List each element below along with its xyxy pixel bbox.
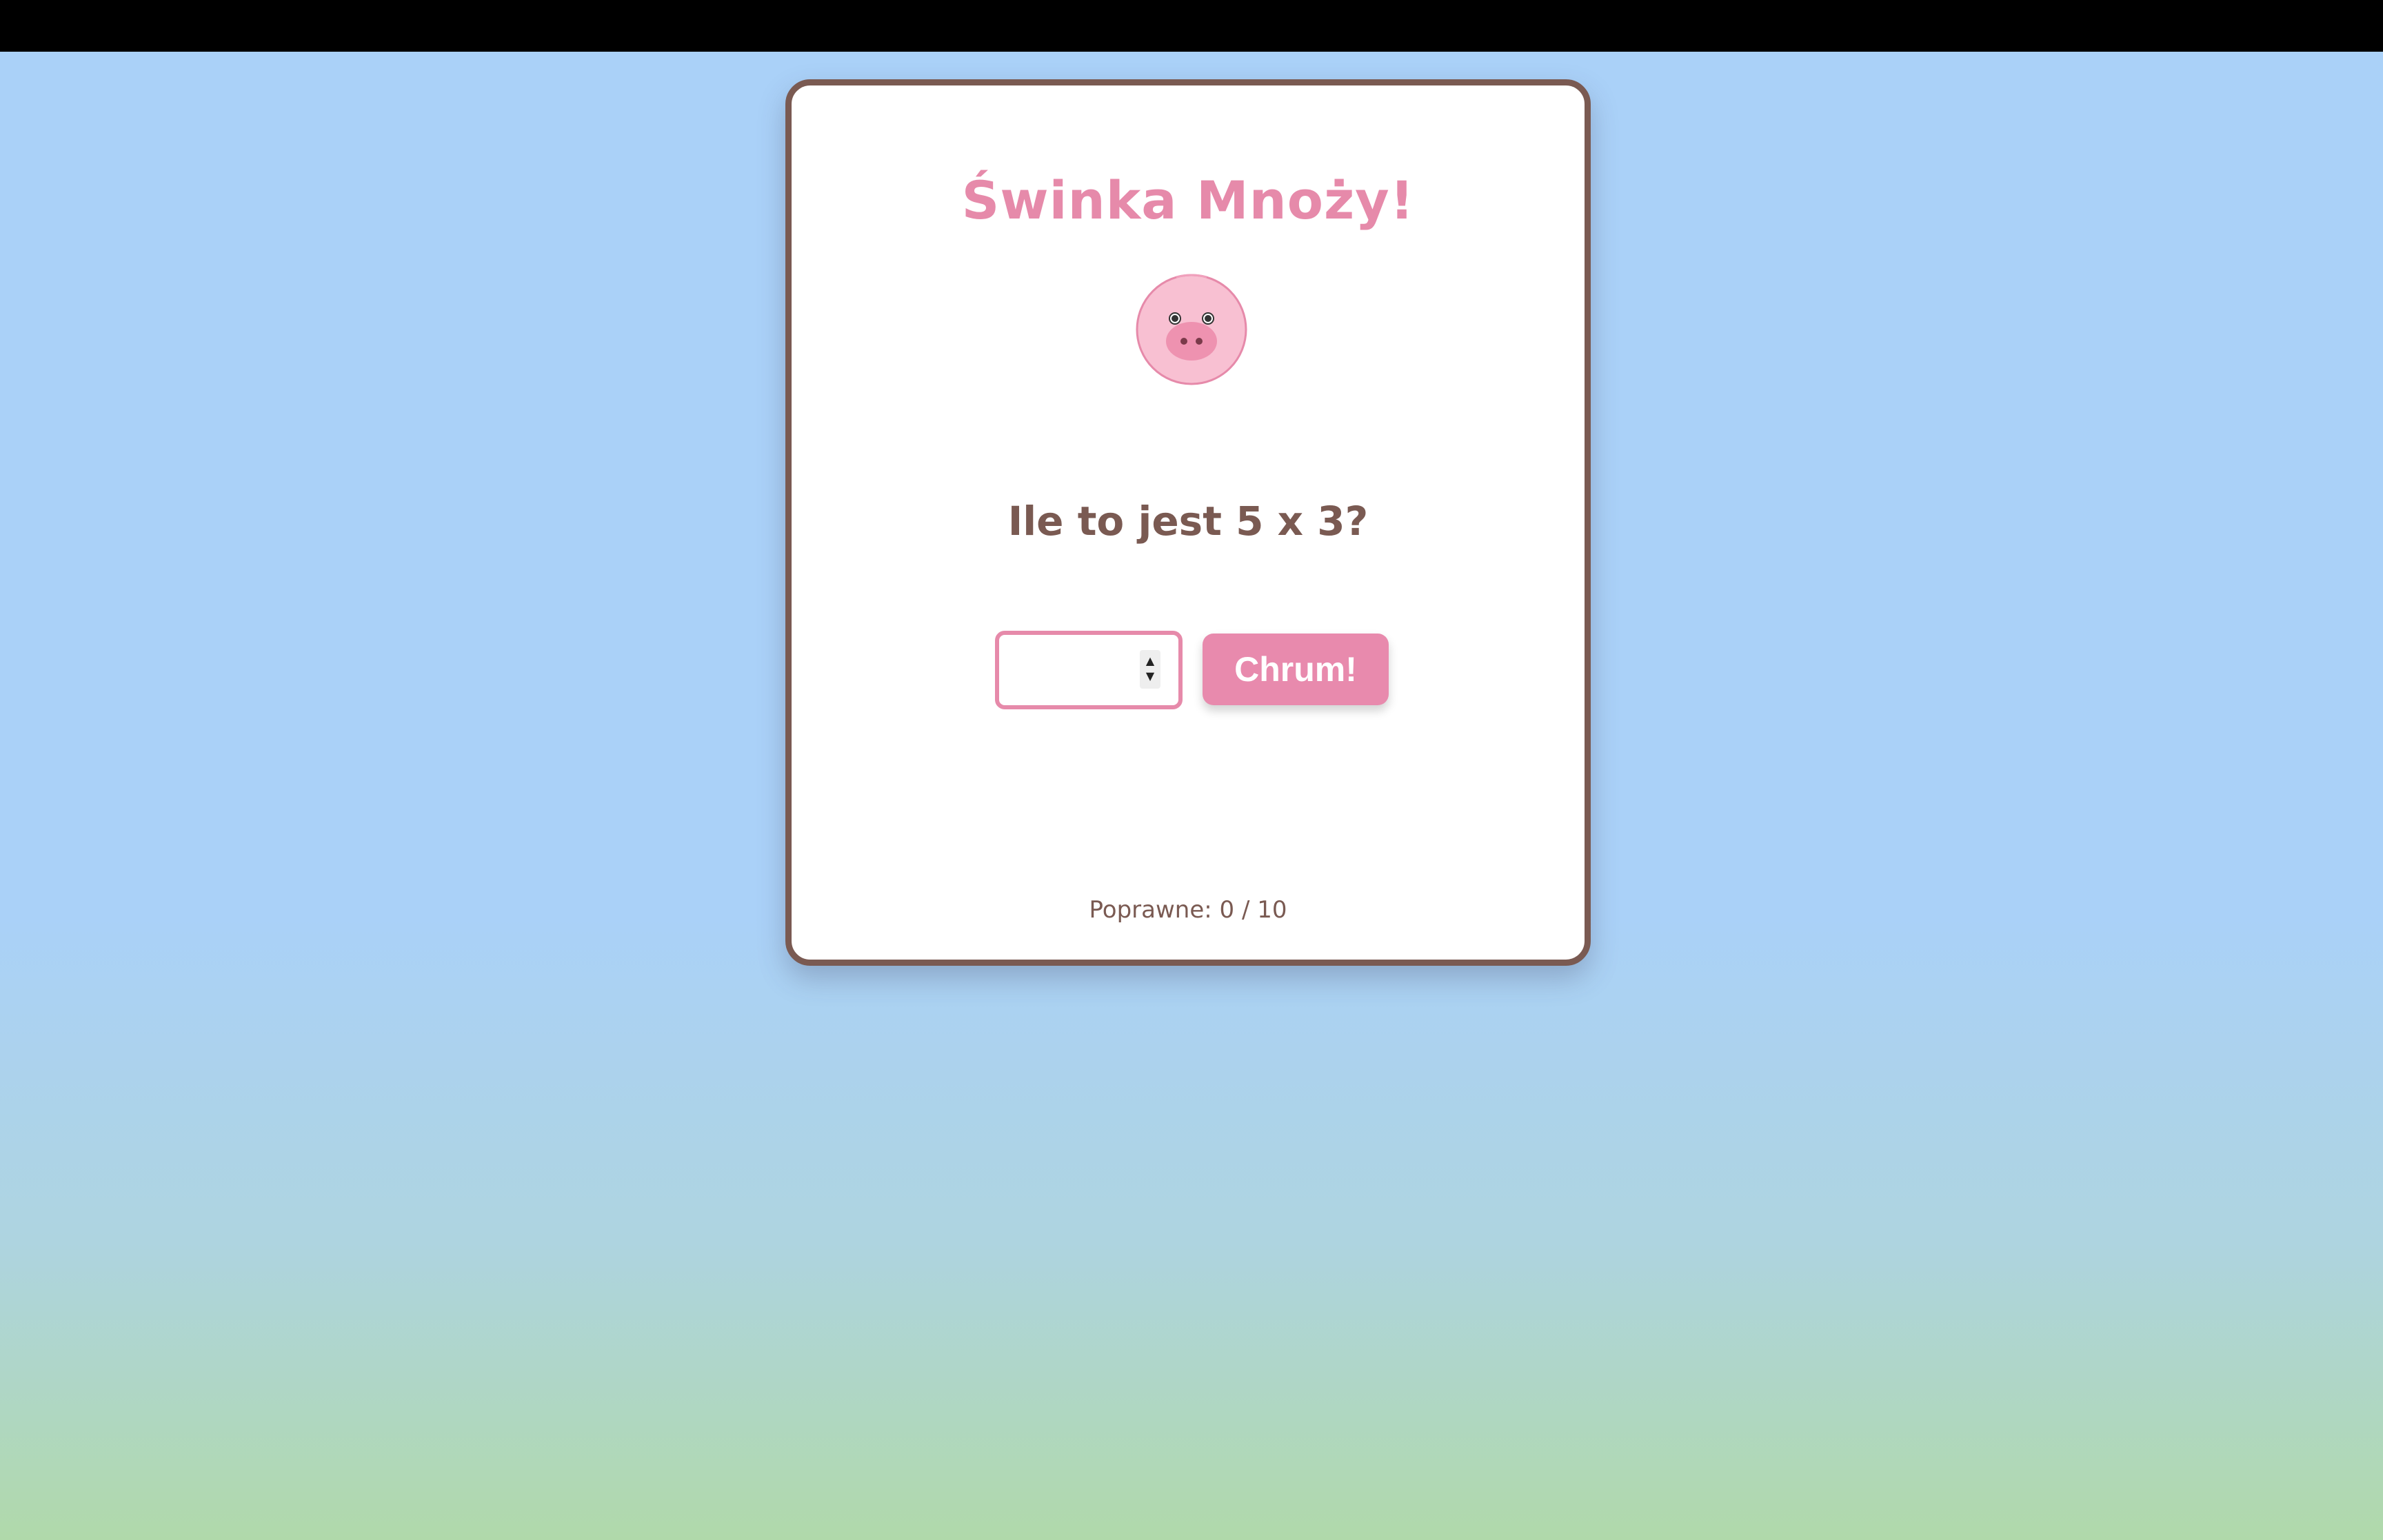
game-card: Świnka Mnoży! Ile to jest 5 x 3? ▲ ▼ Chr… [785,79,1591,966]
score-counter: Poprawne: 0 / 10 [1089,896,1287,924]
number-stepper[interactable]: ▲ ▼ [1140,650,1160,689]
stepper-down-icon[interactable]: ▼ [1140,671,1160,682]
answer-row: ▲ ▼ Chrum! [792,631,1585,711]
question-text: Ile to jest 5 x 3? [1007,498,1369,545]
stepper-up-icon[interactable]: ▲ [1140,656,1160,667]
pig-face-icon [1136,274,1247,385]
game-title: Świnka Mnoży! [961,170,1415,231]
top-bar [0,0,2383,52]
submit-button[interactable]: Chrum! [1203,634,1389,705]
game-background: Świnka Mnoży! Ile to jest 5 x 3? ▲ ▼ Chr… [0,52,2383,1540]
